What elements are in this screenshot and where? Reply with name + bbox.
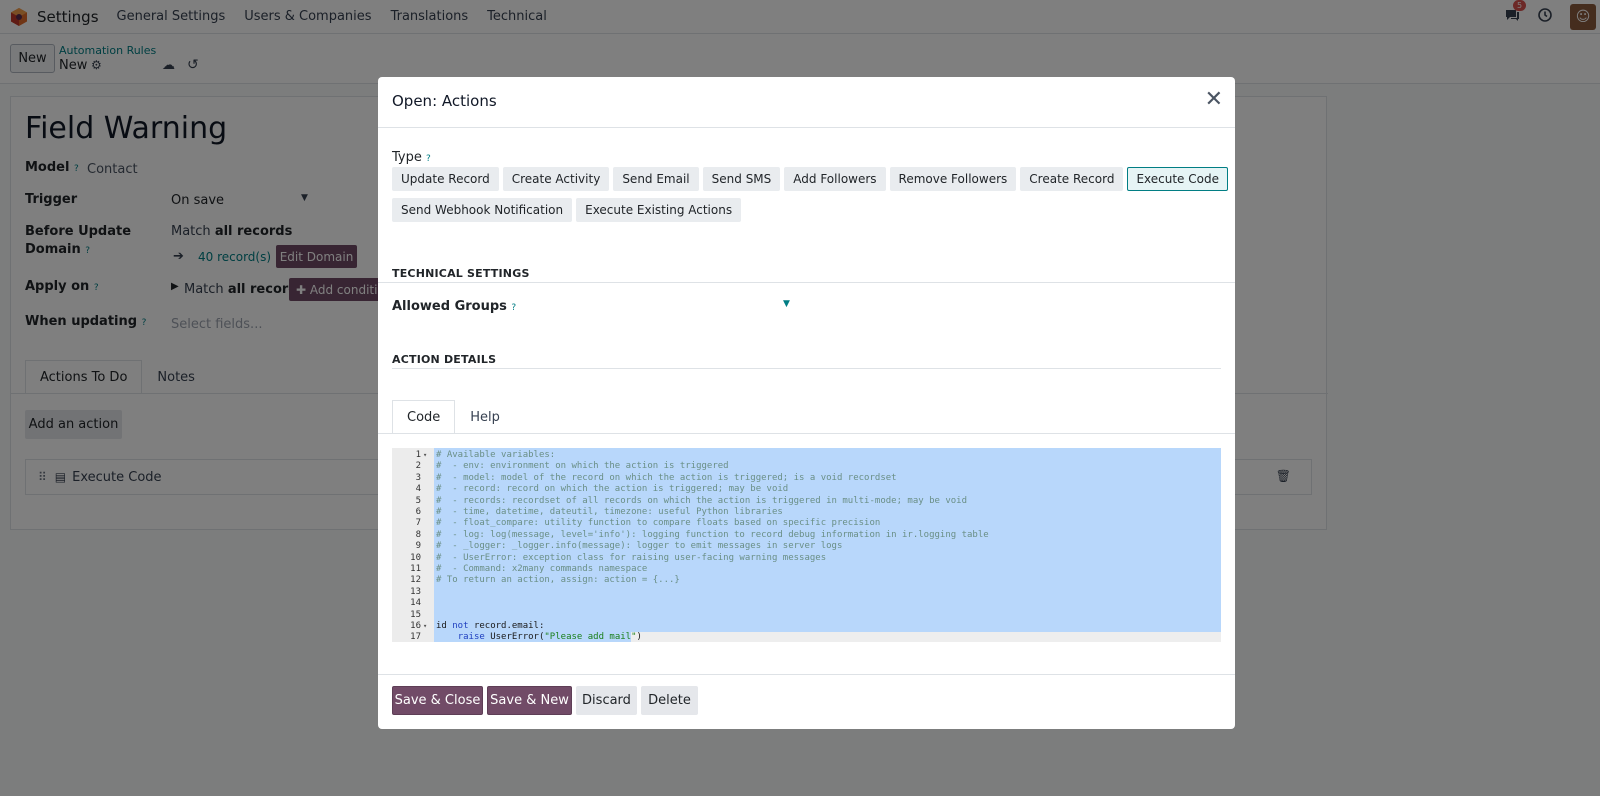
type-send-webhook-notification[interactable]: Send Webhook Notification (392, 198, 573, 222)
section-divider (378, 282, 1235, 283)
save-close-button[interactable]: Save & Close (392, 686, 483, 715)
tab-divider (378, 433, 1235, 434)
code-line[interactable]: 12 # To return an action, assign: action … (392, 575, 1221, 586)
code-text: # - model: model of the record on which … (436, 472, 897, 483)
code-line[interactable]: 9 # - _logger: _logger.info(message): log… (392, 541, 1221, 552)
dialog-tabs: Code Help (392, 400, 515, 434)
code-text: # - record: record on which the action i… (436, 484, 789, 495)
dialog-header: Open: Actions ✕ (378, 77, 1235, 128)
type-execute-code[interactable]: Execute Code (1127, 167, 1228, 191)
action-details-title: ACTION DETAILS (392, 353, 497, 366)
type-add-followers[interactable]: Add Followers (784, 167, 886, 191)
line-number: 1 (415, 450, 421, 460)
type-buttons-row-1: Update Record Create Activity Send Email… (392, 167, 1232, 191)
code-text: # - log: log(message, level='info'): log… (436, 529, 989, 540)
code-line[interactable]: 5 # - records: recordset of all records o… (392, 496, 1221, 507)
section-divider (392, 368, 1221, 369)
allowed-groups-dropdown-icon[interactable]: ▼ (783, 299, 790, 309)
line-number: 12 (410, 575, 421, 586)
code-text: # Available variables: (436, 450, 556, 460)
line-number: 6 (415, 507, 421, 517)
code-line[interactable]: 6 # - time, datetime, dateutil, timezone:… (392, 507, 1221, 518)
code-text: raise UserError("Please add mail") (457, 632, 642, 642)
line-number: 9 (415, 541, 421, 552)
code-line[interactable]: 1 ▾ # Available variables: (392, 450, 1221, 461)
type-create-record[interactable]: Create Record (1020, 167, 1124, 191)
save-new-button[interactable]: Save & New (487, 686, 572, 715)
code-line[interactable]: 7 # - float_compare: utility function to … (392, 518, 1221, 529)
footer-divider (378, 674, 1235, 675)
line-number: 2 (415, 461, 421, 472)
line-number: 11 (410, 564, 421, 574)
close-icon[interactable]: ✕ (1205, 88, 1223, 112)
code-text: # To return an action, assign: action = … (436, 575, 680, 586)
delete-button[interactable]: Delete (641, 686, 698, 715)
code-line[interactable]: 8 # - log: log(message, level='info'): lo… (392, 530, 1221, 541)
line-number: 17 (410, 632, 421, 642)
actions-dialog: Open: Actions ✕ Type ? Update Record Cre… (378, 77, 1235, 729)
code-line[interactable]: 14 (392, 598, 1221, 609)
code-text: # - env: environment on which the action… (436, 461, 729, 472)
type-create-activity[interactable]: Create Activity (502, 167, 610, 191)
code-line[interactable]: 17 raise UserError("Please add mail") (392, 632, 1221, 642)
fold-toggle-icon[interactable]: ▾ (423, 621, 427, 632)
code-line[interactable]: 13 (392, 587, 1221, 598)
code-line[interactable]: 16 ▾ id not record.email: (392, 621, 1221, 632)
code-text: # - records: recordset of all records on… (436, 495, 968, 506)
discard-button[interactable]: Discard (576, 686, 637, 715)
code-line[interactable]: 4 # - record: record on which the action … (392, 484, 1221, 495)
code-text: # - UserError: exception class for raisi… (436, 552, 827, 563)
line-number: 10 (410, 552, 421, 563)
dialog-title: Open: Actions (392, 92, 497, 110)
type-update-record[interactable]: Update Record (392, 167, 499, 191)
code-line[interactable]: 2 # - env: environment on which the actio… (392, 461, 1221, 472)
code-text: # - time, datetime, dateutil, timezone: … (436, 507, 783, 517)
line-number: 4 (415, 484, 421, 495)
code-line[interactable]: 3 # - model: model of the record on which… (392, 473, 1221, 484)
code-text: # - float_compare: utility function to c… (436, 518, 881, 529)
line-number: 5 (415, 495, 421, 506)
line-number: 16 (410, 621, 421, 631)
line-number: 8 (415, 529, 421, 540)
type-execute-existing-actions[interactable]: Execute Existing Actions (576, 198, 742, 222)
code-line[interactable]: 10 # - UserError: exception class for rai… (392, 553, 1221, 564)
type-buttons-row-2: Send Webhook Notification Execute Existi… (392, 198, 745, 222)
line-number: 7 (415, 518, 421, 529)
type-label: Type ? (392, 150, 431, 165)
line-number: 3 (415, 472, 421, 483)
line-number: 13 (410, 586, 421, 597)
technical-settings-title: TECHNICAL SETTINGS (392, 267, 530, 280)
line-number: 14 (410, 598, 421, 609)
tab-help[interactable]: Help (455, 400, 515, 434)
code-line[interactable]: 11 # - Command: x2many commands namespace (392, 564, 1221, 575)
line-number: 15 (410, 609, 421, 620)
allowed-groups-label: Allowed Groups ? (392, 299, 517, 314)
code-text: # - Command: x2many commands namespace (436, 564, 648, 574)
type-send-sms[interactable]: Send SMS (702, 167, 781, 191)
tab-code[interactable]: Code (392, 400, 456, 434)
code-editor[interactable]: 1 ▾ # Available variables: 2 # - env: enviro… (392, 448, 1221, 642)
type-remove-followers[interactable]: Remove Followers (889, 167, 1017, 191)
code-line[interactable]: 15 (392, 610, 1221, 621)
fold-toggle-icon[interactable]: ▾ (423, 450, 427, 461)
code-text: id not record.email: (436, 621, 545, 631)
type-send-email[interactable]: Send Email (613, 167, 699, 191)
code-text: # - _logger: _logger.info(message): logg… (436, 541, 843, 552)
